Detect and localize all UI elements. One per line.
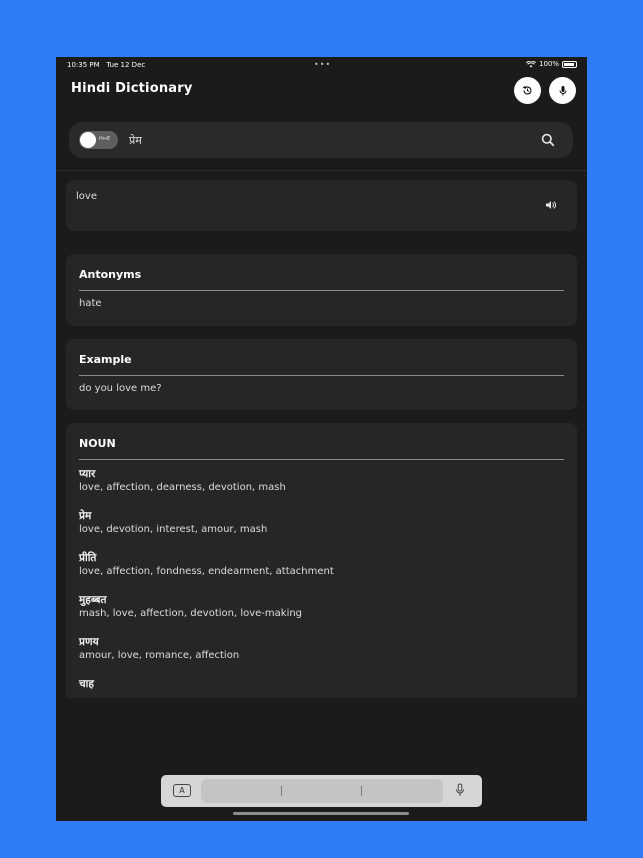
meaning-card: love — [66, 180, 577, 231]
search-bar: H↔E प्रेम — [69, 122, 573, 158]
multitasking-dots-icon[interactable]: ••• — [314, 60, 331, 69]
search-input[interactable]: प्रेम — [129, 133, 142, 148]
antonyms-title: Antonyms — [79, 268, 142, 281]
keyboard-shortcut-bar: A — [161, 775, 482, 807]
noun-word: चाह — [79, 678, 94, 690]
status-bar: 10:35 PM Tue 12 Dec ••• 100% — [56, 57, 587, 73]
example-title: Example — [79, 353, 132, 366]
noun-card: NOUN प्यार love, affection, dearness, de… — [66, 423, 577, 698]
language-toggle[interactable]: H↔E — [79, 131, 118, 149]
noun-word: मुहब्बत — [79, 594, 107, 606]
example-divider — [79, 375, 564, 376]
dictation-microphone-icon[interactable] — [455, 783, 465, 797]
antonyms-card: Antonyms hate — [66, 254, 577, 326]
status-right: 100% — [525, 60, 577, 68]
home-indicator[interactable] — [233, 812, 409, 815]
noun-divider — [79, 459, 564, 460]
speaker-icon[interactable] — [545, 199, 557, 211]
microphone-icon — [559, 85, 566, 95]
noun-synonyms: love, devotion, interest, amour, mash — [79, 524, 268, 535]
noun-synonyms: love, affection, fondness, endearment, a… — [79, 566, 334, 577]
toggle-label: H↔E — [99, 136, 111, 142]
status-time-date: 10:35 PM Tue 12 Dec — [67, 61, 145, 69]
noun-word: प्यार — [79, 468, 96, 480]
noun-word: प्रीति — [79, 552, 97, 564]
list-item: मुहब्बत mash, love, affection, devotion,… — [79, 594, 302, 620]
keyboard-toggle-button[interactable]: A — [173, 784, 191, 797]
app-title: Hindi Dictionary — [71, 81, 193, 96]
list-item: प्यार love, affection, dearness, devotio… — [79, 468, 286, 494]
noun-word: प्रेम — [79, 510, 92, 522]
noun-title: NOUN — [79, 437, 116, 450]
history-button[interactable] — [514, 77, 541, 104]
noun-word: प्रणय — [79, 636, 99, 648]
voice-search-button[interactable] — [549, 77, 576, 104]
antonyms-divider — [79, 290, 564, 291]
meaning-text: love — [76, 191, 97, 202]
list-item: प्रेम love, devotion, interest, amour, m… — [79, 510, 267, 536]
app-screen: 10:35 PM Tue 12 Dec ••• 100% Hindi Dicti… — [56, 57, 587, 821]
noun-synonyms: amour, love, romance, affection — [79, 650, 240, 661]
battery-icon — [562, 60, 577, 68]
predictive-text-bar — [201, 779, 443, 803]
history-icon — [522, 85, 532, 95]
status-date: Tue 12 Dec — [106, 61, 146, 69]
toggle-knob — [80, 132, 96, 148]
noun-synonyms: mash, love, affection, devotion, love-ma… — [79, 608, 303, 619]
list-item: प्रीति love, affection, fondness, endear… — [79, 552, 334, 578]
suggestion-divider — [361, 786, 362, 796]
wifi-icon — [525, 60, 536, 67]
battery-percent: 100% — [538, 60, 559, 68]
list-item: प्रणय amour, love, romance, affection — [79, 636, 239, 662]
suggestion-divider — [281, 786, 282, 796]
search-icon[interactable] — [541, 133, 555, 147]
example-card: Example do you love me? — [66, 339, 577, 410]
list-item: चाह — [79, 678, 94, 691]
status-time: 10:35 PM — [67, 61, 100, 69]
noun-synonyms: love, affection, dearness, devotion, mas… — [79, 482, 286, 493]
antonyms-text: hate — [79, 298, 102, 309]
example-text: do you love me? — [79, 383, 162, 394]
header-divider — [56, 170, 587, 171]
